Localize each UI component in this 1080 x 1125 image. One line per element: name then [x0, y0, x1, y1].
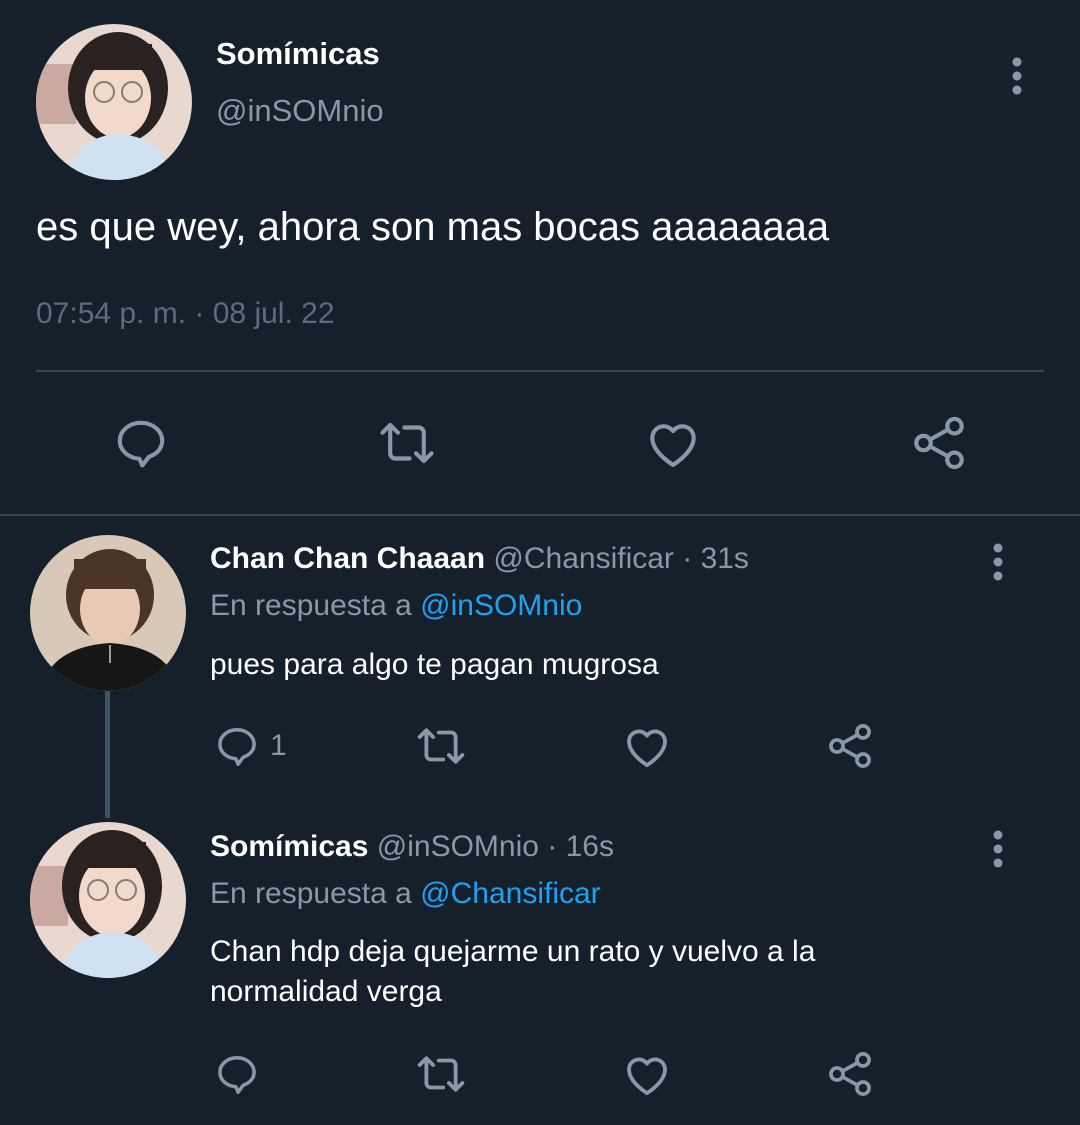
- share-button[interactable]: [908, 412, 970, 474]
- reply-button[interactable]: [110, 412, 172, 474]
- reply-icon: [117, 420, 165, 468]
- more-options-icon[interactable]: [982, 827, 1014, 871]
- handle-time[interactable]: @Chansificar · 31s: [493, 542, 749, 575]
- share-icon: [829, 1052, 871, 1096]
- like-icon: [627, 729, 667, 768]
- retweet-button[interactable]: [376, 412, 438, 474]
- reply-header: Chan Chan Chaaan @Chansificar · 31s: [210, 542, 749, 576]
- display-name[interactable]: Somímicas: [210, 830, 368, 863]
- tweet-text: Chan hdp deja quejarme un rato y vuelvo …: [210, 935, 816, 1008]
- reply-icon: [218, 727, 256, 766]
- avatar[interactable]: [36, 24, 192, 180]
- like-button[interactable]: [620, 718, 674, 774]
- more-options-icon[interactable]: [1000, 54, 1034, 98]
- thread-connector-line: [105, 690, 110, 818]
- avatar-image: [30, 535, 186, 691]
- display-name[interactable]: Chan Chan Chaaan: [210, 542, 485, 575]
- avatar-image: [30, 822, 186, 978]
- avatar[interactable]: [30, 822, 186, 978]
- reply-button[interactable]: 1: [212, 718, 287, 774]
- divider: [36, 370, 1044, 372]
- tweet-timestamp: 07:54 p. m. · 08 jul. 22: [36, 297, 335, 330]
- retweet-icon: [417, 1056, 465, 1092]
- reply-header: Somímicas @inSOMnio · 16s: [210, 830, 614, 864]
- retweet-icon: [417, 728, 465, 764]
- avatar[interactable]: [30, 535, 186, 691]
- in-reply-prefix: En respuesta a: [210, 877, 412, 910]
- like-button[interactable]: [642, 412, 704, 474]
- tweet-text: pues para algo te pagan mugrosa: [210, 648, 659, 681]
- share-icon: [914, 416, 964, 470]
- share-icon: [829, 724, 871, 768]
- main-tweet: Somímicas @inSOMnio es que wey, ahora so…: [0, 0, 1080, 516]
- like-icon: [650, 424, 696, 468]
- more-options-icon[interactable]: [982, 540, 1014, 584]
- reply-button[interactable]: [212, 1046, 270, 1102]
- retweet-button[interactable]: [414, 718, 468, 774]
- in-reply-to: En respuesta a @Chansificar: [210, 877, 601, 911]
- retweet-icon: [380, 422, 434, 464]
- display-name[interactable]: Somímicas: [216, 36, 380, 72]
- like-button[interactable]: [620, 1046, 674, 1102]
- share-button[interactable]: [824, 1046, 876, 1102]
- handle[interactable]: @inSOMnio: [216, 93, 384, 129]
- mention-link[interactable]: @Chansificar: [420, 877, 601, 910]
- tweet-thread-screen: Somímicas @inSOMnio es que wey, ahora so…: [0, 0, 1080, 1125]
- in-reply-prefix: En respuesta a: [210, 589, 412, 622]
- tweet-text: es que wey, ahora son mas bocas aaaaaaaa: [36, 205, 830, 249]
- avatar-image: [36, 24, 192, 180]
- retweet-button[interactable]: [414, 1046, 468, 1102]
- handle-time[interactable]: @inSOMnio · 16s: [377, 830, 614, 863]
- mention-link[interactable]: @inSOMnio: [420, 589, 582, 622]
- like-icon: [627, 1057, 667, 1096]
- share-button[interactable]: [824, 718, 876, 774]
- reply-icon: [218, 1055, 256, 1094]
- section-divider: [0, 514, 1080, 516]
- reply-count: 1: [270, 729, 287, 762]
- in-reply-to: En respuesta a @inSOMnio: [210, 589, 582, 623]
